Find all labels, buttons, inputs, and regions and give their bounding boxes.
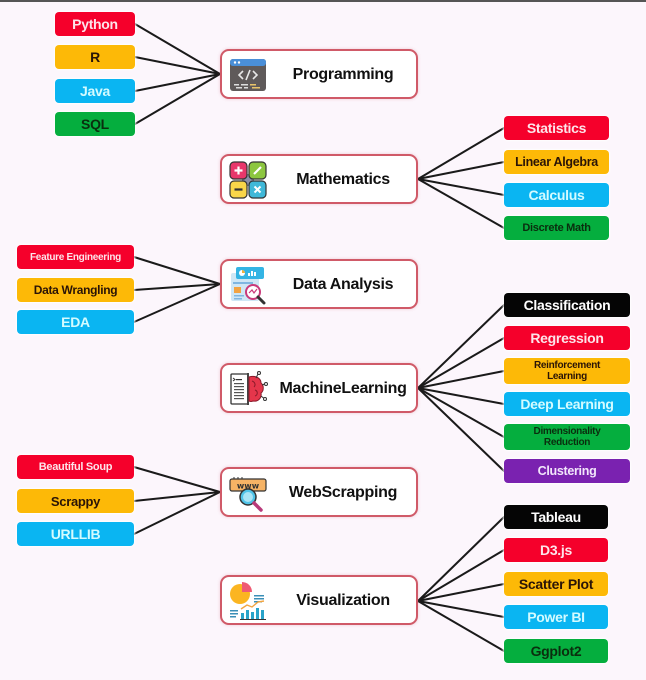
skill-chip-power-bi: Power BI <box>504 605 608 629</box>
skill-chip-data-wrangling: Data Wrangling <box>17 278 134 302</box>
node-label: Mathematics <box>296 170 390 188</box>
skill-chip-classification: Classification <box>504 293 630 317</box>
report-magnifier-icon <box>228 265 268 305</box>
node-visualization: Visualization <box>220 575 418 625</box>
chip-line1: Reinforcement <box>533 360 601 371</box>
skill-chip-scrappy: Scrappy <box>17 489 134 513</box>
node-label-line1: Machine <box>279 379 342 397</box>
code-window-icon <box>228 55 268 95</box>
skill-chip-statistics: Statistics <box>504 116 609 140</box>
node-programming: Programming <box>220 49 418 99</box>
skill-chip-urllib: URLLIB <box>17 522 134 546</box>
connector-feature-engineering <box>133 256 221 285</box>
skill-chip-feature-engineering: Feature Engineering <box>17 245 134 269</box>
skill-chip-eda: EDA <box>17 310 134 334</box>
skill-chip-r: R <box>55 45 135 69</box>
skill-chip-reinforcement-learning: Reinforcement Learning <box>504 358 630 384</box>
brain-code-icon <box>228 369 268 409</box>
connector-beautiful-soup <box>133 466 221 493</box>
node-machine-learning: Machine Learning <box>220 363 418 413</box>
calculator-operators-icon <box>228 160 268 200</box>
node-data-analysis: Data Analysis <box>220 259 418 309</box>
charts-icon <box>228 581 268 621</box>
skill-chip-linear-algebra: Linear Algebra <box>504 150 609 174</box>
node-label: Machine Learning <box>274 365 412 411</box>
node-label: Programming <box>292 65 394 83</box>
skill-chip-d3js: D3.js <box>504 538 608 562</box>
skill-chip-java: Java <box>55 79 135 103</box>
skill-chip-beautiful-soup: Beautiful Soup <box>17 455 134 479</box>
connector-tableau <box>417 516 505 602</box>
node-label: Web Scrapping <box>274 469 412 515</box>
node-label-line2: Learning <box>341 379 407 397</box>
www-magnifier-icon: www <box>228 473 268 513</box>
node-web-scrapping: www Web Scrapping <box>220 467 418 517</box>
connector-urllib <box>133 491 221 535</box>
chip-line2: Reduction <box>543 437 591 448</box>
chip-line2: Learning <box>547 371 587 382</box>
skill-chip-tableau: Tableau <box>504 505 608 529</box>
chip-line1: Dimensionality <box>533 426 601 437</box>
node-label-line1: Web <box>288 483 322 501</box>
node-mathematics: Mathematics <box>220 154 418 204</box>
skill-chip-sql: SQL <box>55 112 135 136</box>
node-label: Data Analysis <box>292 275 394 293</box>
skill-chip-dimensionality-reduction: Dimensionality Reduction <box>504 424 630 450</box>
skill-chip-python: Python <box>55 12 135 36</box>
node-label: Visualization <box>296 591 390 609</box>
connector-scrappy <box>133 491 221 502</box>
skill-chip-scatter-plot: Scatter Plot <box>504 572 608 596</box>
skill-chip-deep-learning: Deep Learning <box>504 392 630 416</box>
skill-chip-regression: Regression <box>504 326 630 350</box>
skill-chip-calculus: Calculus <box>504 183 609 207</box>
skill-chip-clustering: Clustering <box>504 459 630 483</box>
skill-chip-ggplot2: Ggplot2 <box>504 639 608 663</box>
skill-chip-discrete-math: Discrete Math <box>504 216 609 240</box>
node-label-line2: Scrapping <box>321 483 398 501</box>
